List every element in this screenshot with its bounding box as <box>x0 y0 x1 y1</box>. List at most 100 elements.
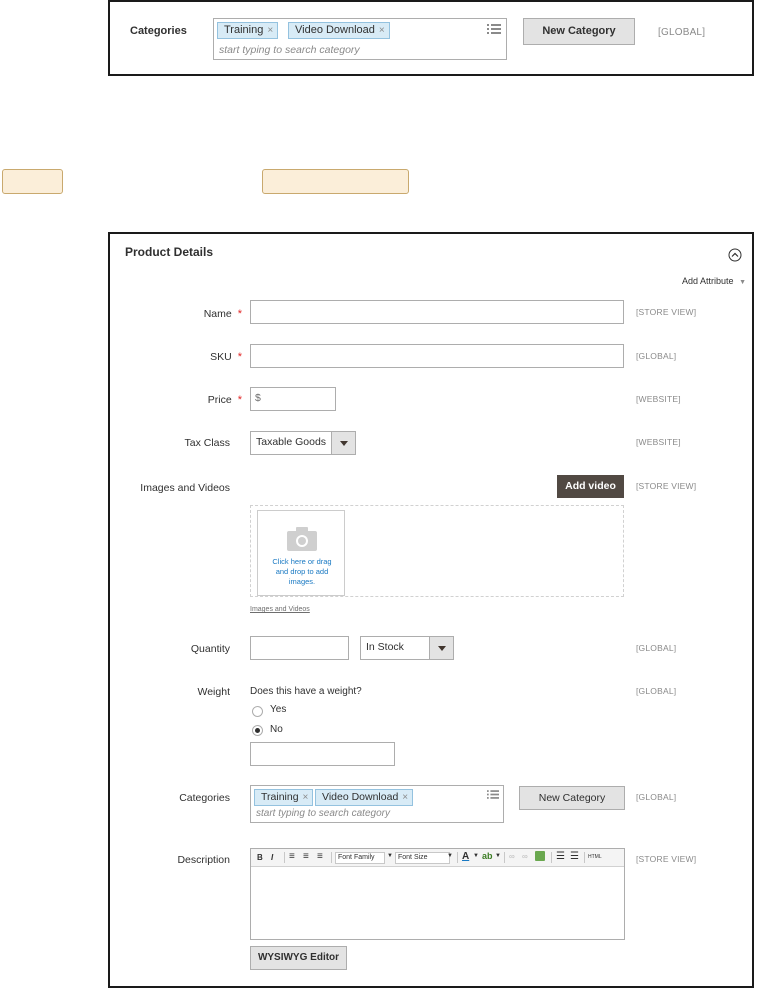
placeholder-button-left[interactable] <box>2 169 63 194</box>
remove-icon[interactable]: × <box>379 25 385 36</box>
description-label: Description <box>177 854 230 866</box>
toolbar-divider <box>504 852 505 863</box>
required-asterisk: * <box>237 351 242 363</box>
category-search-placeholder[interactable]: start typing to search category <box>219 44 360 56</box>
chevron-down-icon[interactable]: ▼ <box>495 853 501 859</box>
remove-icon[interactable]: × <box>402 792 408 803</box>
category-multiselect[interactable]: Training × Video Download × start typing t… <box>250 785 504 823</box>
image-upload-tile[interactable]: Click here or drag and drop to add image… <box>257 510 345 596</box>
tax-class-label: Tax Class <box>184 437 230 449</box>
price-label: Price * <box>170 394 242 406</box>
images-videos-link[interactable]: Images and Videos <box>250 606 310 613</box>
quantity-field[interactable] <box>250 636 349 660</box>
category-search-placeholder[interactable]: start typing to search category <box>256 808 390 819</box>
image-insert-icon[interactable] <box>535 851 545 861</box>
category-multiselect[interactable]: Training × Video Download × start typing t… <box>213 18 507 60</box>
font-size-label: Font Size <box>398 854 428 861</box>
product-details-panel: Product Details Add Attribute ▼ Name * [S… <box>108 232 754 988</box>
price-label-text: Price <box>207 394 232 406</box>
price-field[interactable]: $ <box>250 387 336 411</box>
toolbar-divider <box>284 852 285 863</box>
tag-label: Video Download <box>322 791 399 803</box>
collapse-icon[interactable] <box>728 248 742 262</box>
camera-icon <box>287 527 317 551</box>
sku-field[interactable] <box>250 344 624 368</box>
tag-label: Training <box>224 24 264 36</box>
sku-label: SKU * <box>170 351 242 363</box>
toolbar-divider <box>457 852 458 863</box>
html-source-icon[interactable]: HTML <box>588 854 602 860</box>
weight-field[interactable] <box>250 742 395 766</box>
section-title: Product Details <box>125 245 214 259</box>
name-field[interactable] <box>250 300 624 324</box>
bullet-list-icon[interactable]: ☰ <box>556 851 565 862</box>
highlight-color-icon[interactable]: ab <box>482 851 493 861</box>
list-icon[interactable] <box>487 23 501 35</box>
description-textarea[interactable] <box>251 867 624 939</box>
toolbar-divider <box>551 852 552 863</box>
numbered-list-icon[interactable]: ☰ <box>570 851 579 862</box>
align-left-icon[interactable]: ≡ <box>289 851 295 862</box>
stock-status-value: In Stock <box>366 641 404 653</box>
weight-no-radio[interactable] <box>252 725 263 736</box>
chevron-down-icon <box>331 432 355 454</box>
description-editor: B I ≡ ≡ ≡ Font Family ▼ Font Size ▼ A ▼ … <box>250 848 625 940</box>
tax-class-select[interactable]: Taxable Goods <box>250 431 356 455</box>
weight-no-label[interactable]: No <box>270 724 283 735</box>
new-category-button[interactable]: New Category <box>523 18 635 45</box>
sku-label-text: SKU <box>210 351 232 363</box>
chevron-down-icon[interactable]: ▼ <box>447 853 453 859</box>
description-scope: [STORE VIEW] <box>636 854 697 864</box>
category-tag-training[interactable]: Training × <box>217 22 279 39</box>
chevron-down-icon[interactable]: ▼ <box>387 853 393 859</box>
tag-label: Video Download <box>295 24 375 36</box>
toolbar-divider <box>331 852 332 863</box>
add-attribute-button[interactable]: Add Attribute ▼ <box>682 276 746 286</box>
images-videos-label: Images and Videos <box>140 482 230 494</box>
top-categories-panel: Categories Training × Video Download × sta… <box>108 0 754 76</box>
category-tag-training[interactable]: Training × <box>254 789 314 806</box>
add-video-button[interactable]: Add video <box>557 475 624 498</box>
font-family-select[interactable]: Font Family <box>335 852 385 864</box>
unlink-icon[interactable]: ∞ <box>522 852 528 861</box>
weight-yes-label[interactable]: Yes <box>270 704 286 715</box>
image-dropzone[interactable]: Click here or drag and drop to add image… <box>250 505 624 597</box>
align-center-icon[interactable]: ≡ <box>303 851 309 862</box>
editor-toolbar: B I ≡ ≡ ≡ Font Family ▼ Font Size ▼ A ▼ … <box>251 849 624 867</box>
name-label: Name * <box>170 308 242 320</box>
align-right-icon[interactable]: ≡ <box>317 851 323 862</box>
tag-label: Training <box>261 791 299 803</box>
bold-icon[interactable]: B <box>257 853 263 862</box>
currency-symbol: $ <box>255 392 261 404</box>
text-color-icon[interactable]: A <box>462 851 469 862</box>
chevron-down-icon <box>429 637 453 659</box>
remove-icon[interactable]: × <box>267 25 273 36</box>
remove-icon[interactable]: × <box>303 792 309 803</box>
upload-instructions[interactable]: Click here or drag and drop to add image… <box>266 557 338 587</box>
toolbar-divider <box>584 852 585 863</box>
name-label-text: Name <box>203 308 232 320</box>
categories-label: Categories <box>179 792 230 804</box>
chevron-down-icon: ▼ <box>739 279 746 286</box>
italic-icon[interactable]: I <box>271 853 273 862</box>
price-scope: [WEBSITE] <box>636 394 681 404</box>
required-asterisk: * <box>237 394 242 406</box>
chevron-down-icon[interactable]: ▼ <box>473 853 479 859</box>
add-attribute-label: Add Attribute <box>682 276 734 286</box>
new-category-button[interactable]: New Category <box>519 786 625 810</box>
images-scope: [STORE VIEW] <box>636 481 697 491</box>
categories-label: Categories <box>130 25 187 37</box>
category-tag-video-download[interactable]: Video Download × <box>315 789 414 806</box>
list-icon[interactable] <box>487 789 499 800</box>
weight-question: Does this have a weight? <box>250 686 362 697</box>
wysiwyg-editor-button[interactable]: WYSIWYG Editor <box>250 946 347 970</box>
stock-status-select[interactable]: In Stock <box>360 636 454 660</box>
font-family-label: Font Family <box>338 854 375 861</box>
weight-yes-radio[interactable] <box>252 706 263 717</box>
placeholder-button-right[interactable] <box>262 169 409 194</box>
tax-class-value: Taxable Goods <box>256 436 327 448</box>
link-icon[interactable]: ∞ <box>509 852 515 861</box>
font-size-select[interactable]: Font Size <box>395 852 450 864</box>
category-tag-video-download[interactable]: Video Download × <box>288 22 390 39</box>
weight-label: Weight <box>197 686 231 698</box>
